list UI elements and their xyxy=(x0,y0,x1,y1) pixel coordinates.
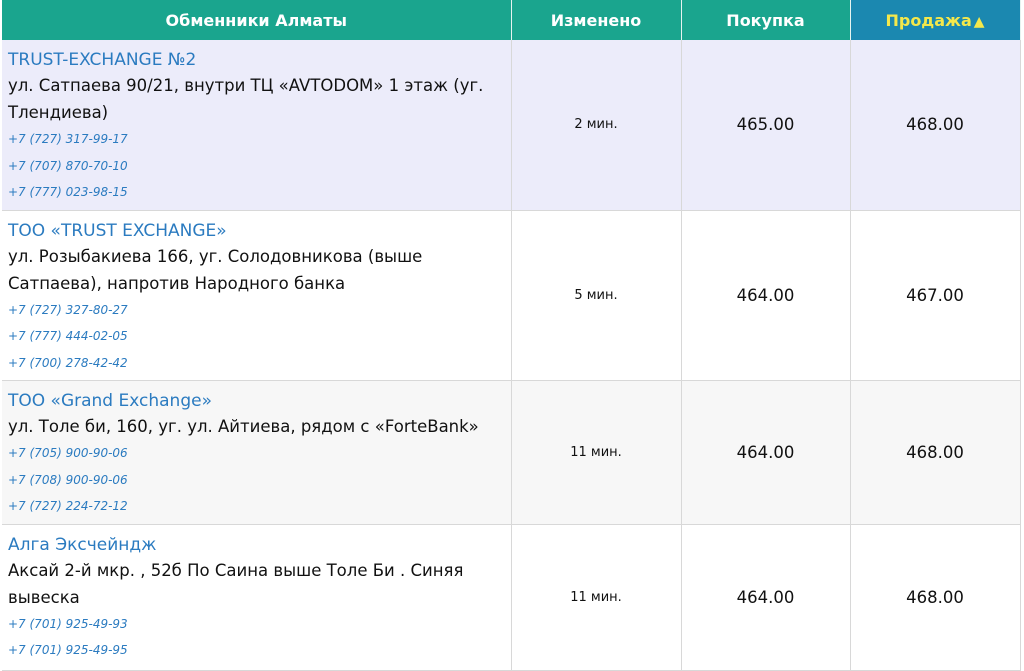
column-header-changed[interactable]: Изменено xyxy=(511,0,682,40)
table-row: TRUST-EXCHANGE №2 ул. Сатпаева 90/21, вн… xyxy=(2,40,1021,211)
exchanger-address: ул. Толе би, 160, уг. ул. Айтиева, рядом… xyxy=(8,417,479,436)
phone-link[interactable]: +7 (727) 327-80-27 xyxy=(8,297,503,324)
buy-rate: 464.00 xyxy=(681,524,851,671)
column-header-sell-label: Продажа xyxy=(885,10,972,30)
phone-link[interactable]: +7 (727) 224-72-12 xyxy=(8,493,503,520)
exchanger-info-cell: TRUST-EXCHANGE №2 ул. Сатпаева 90/21, вн… xyxy=(2,40,512,211)
exchanger-address: ул. Сатпаева 90/21, внутри ТЦ «AVTODOM» … xyxy=(8,76,484,122)
column-header-buy[interactable]: Покупка xyxy=(681,0,851,40)
table-row: ТОО «Grand Exchange» ул. Толе би, 160, у… xyxy=(2,380,1021,525)
changed-time: 11 мин. xyxy=(511,524,682,671)
exchanger-name-link[interactable]: Алга Эксчейндж xyxy=(8,533,503,557)
phone-link[interactable]: +7 (700) 278-42-42 xyxy=(8,350,503,377)
exchanger-name-link[interactable]: TRUST-EXCHANGE №2 xyxy=(8,48,503,72)
sell-rate: 468.00 xyxy=(850,524,1021,671)
phone-link[interactable]: +7 (777) 444-02-05 xyxy=(8,323,503,350)
exchanger-info-cell: Алга Эксчейндж Аксай 2-й мкр. , 52б По С… xyxy=(2,524,512,671)
changed-time: 5 мин. xyxy=(511,210,682,381)
buy-rate: 464.00 xyxy=(681,380,851,525)
exchanger-address: ул. Розыбакиева 166, уг. Солодовникова (… xyxy=(8,246,423,293)
phone-link[interactable]: +7 (701) 925-49-93 xyxy=(8,611,503,638)
phone-link[interactable]: +7 (777) 023-98-15 xyxy=(8,179,503,206)
changed-time: 11 мин. xyxy=(511,380,682,525)
phone-link[interactable]: +7 (708) 900-90-06 xyxy=(8,467,503,494)
column-header-exchangers[interactable]: Обменники Алматы xyxy=(2,0,512,40)
column-header-sell[interactable]: Продажа ▲ xyxy=(850,0,1021,40)
exchange-rates-table: Обменники Алматы Изменено Покупка Продаж… xyxy=(2,0,1021,671)
phone-link[interactable]: +7 (701) 925-49-95 xyxy=(8,637,503,664)
sell-rate: 467.00 xyxy=(850,210,1021,381)
phone-link[interactable]: +7 (705) 900-90-06 xyxy=(8,440,503,467)
exchanger-name-link[interactable]: ТОО «TRUST EXCHANGE» xyxy=(8,219,503,243)
exchanger-info-cell: ТОО «TRUST EXCHANGE» ул. Розыбакиева 166… xyxy=(2,210,512,381)
buy-rate: 465.00 xyxy=(681,40,851,211)
table-header-row: Обменники Алматы Изменено Покупка Продаж… xyxy=(2,0,1021,40)
buy-rate: 464.00 xyxy=(681,210,851,381)
phone-link[interactable]: +7 (727) 317-99-17 xyxy=(8,126,503,153)
sort-ascending-icon: ▲ xyxy=(973,13,985,30)
exchanger-info-cell: ТОО «Grand Exchange» ул. Толе би, 160, у… xyxy=(2,380,512,525)
changed-time: 2 мин. xyxy=(511,40,682,211)
exchanger-address: Аксай 2-й мкр. , 52б По Саина выше Толе … xyxy=(8,560,464,607)
table-row: ТОО «TRUST EXCHANGE» ул. Розыбакиева 166… xyxy=(2,210,1021,381)
phone-link[interactable]: +7 (707) 870-70-10 xyxy=(8,153,503,180)
sell-rate: 468.00 xyxy=(850,40,1021,211)
exchanger-name-link[interactable]: ТОО «Grand Exchange» xyxy=(8,389,503,413)
sell-rate: 468.00 xyxy=(850,380,1021,525)
table-row: Алга Эксчейндж Аксай 2-й мкр. , 52б По С… xyxy=(2,524,1021,671)
